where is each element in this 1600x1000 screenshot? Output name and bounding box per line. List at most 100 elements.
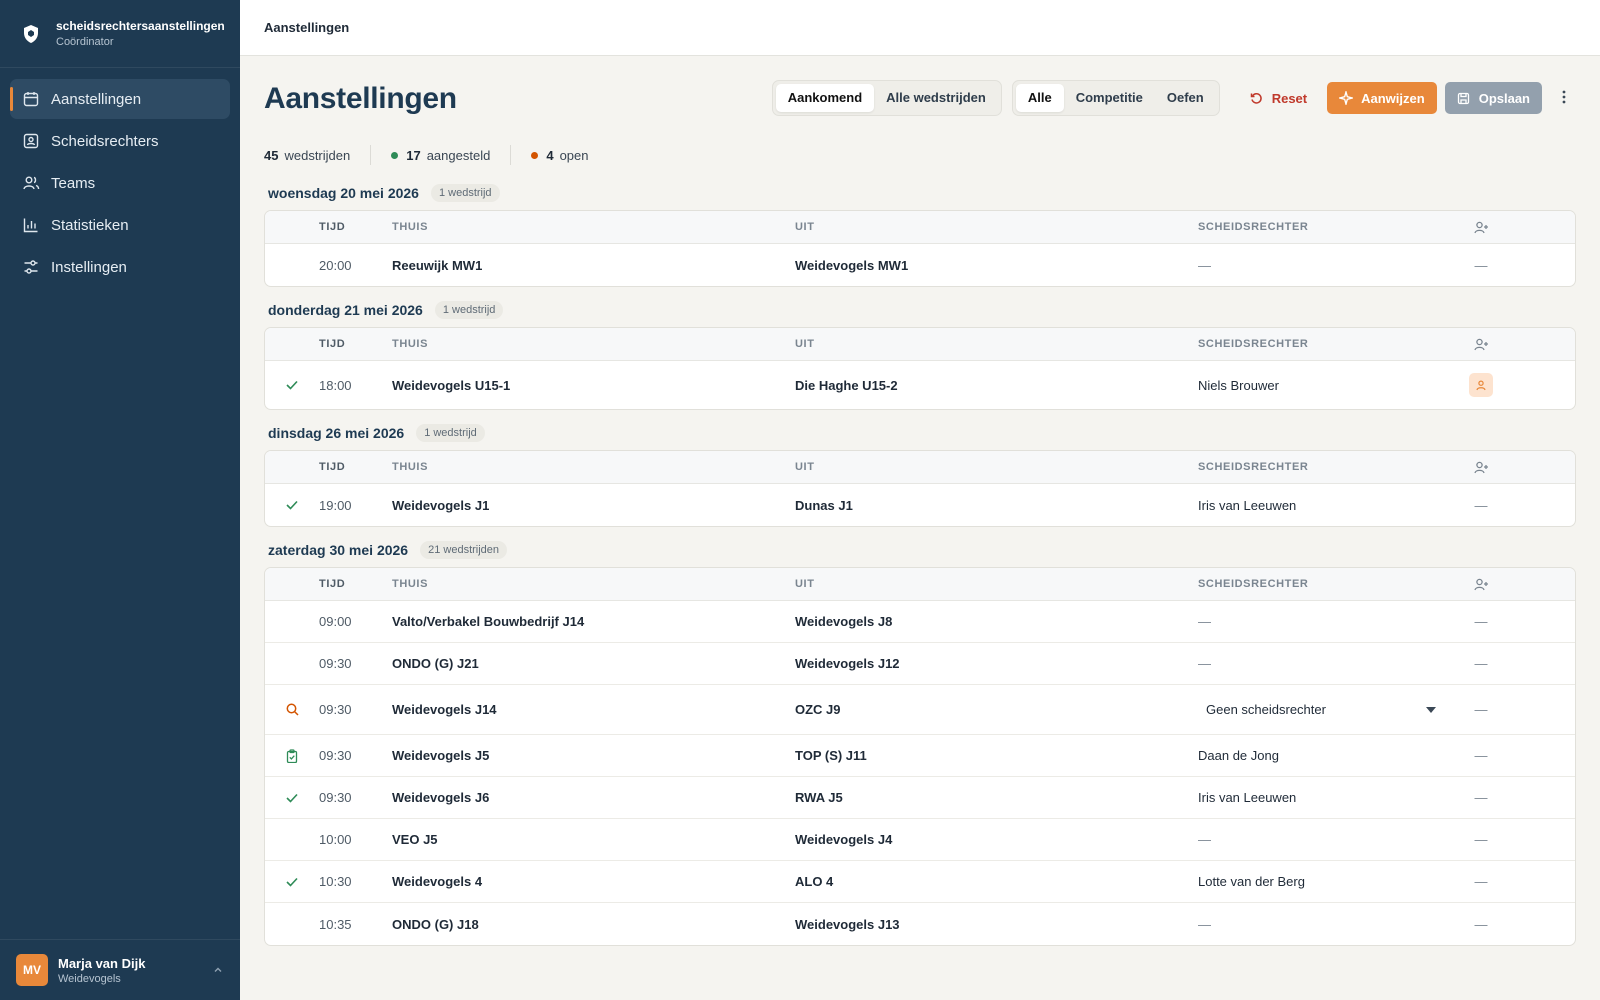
- toolbar: Aankomend Alle wedstrijden Alle Competit…: [771, 80, 1576, 116]
- sidebar-item-label: Aanstellingen: [51, 90, 142, 108]
- table-row[interactable]: 19:00 Weidevogels J1 Dunas J1 Iris van Leeu…: [265, 484, 1575, 526]
- referee-select-value: Geen scheidsrechter: [1206, 702, 1326, 717]
- sidebar-nav: Aanstellingen Scheidsrechters Teams Stat…: [0, 68, 240, 300]
- main-content: Aanstellingen Aankomend Alle wedstrijden…: [240, 56, 1600, 1000]
- referee-name: Iris van Leeuwen: [1198, 497, 1297, 513]
- date-group: dinsdag 26 mei 2026 1 wedstrijd TIJD THUIS U…: [264, 416, 1576, 527]
- table-header: TIJD THUIS UIT SCHEIDSRECHTER: [265, 211, 1575, 244]
- group-date: zaterdag 30 mei 2026: [268, 542, 409, 558]
- header-away: UIT: [795, 461, 815, 473]
- away-team: OZC J9: [795, 702, 841, 717]
- app-name: scheidsrechtersaanstellingen: [56, 19, 225, 33]
- home-team: Weidevogels J14: [392, 702, 497, 717]
- away-team: Die Haghe U15-2: [795, 377, 898, 393]
- stats-bar: 45 wedstrijden 17 aangesteld 4 open: [264, 140, 1576, 170]
- sidebar-item-statistieken[interactable]: Statistieken: [10, 205, 230, 245]
- check-icon: [265, 500, 319, 510]
- filter-alle-wedstrijden[interactable]: Alle wedstrijden: [874, 84, 998, 112]
- action-empty: —: [1474, 497, 1488, 513]
- sidebar-item-label: Teams: [51, 174, 96, 192]
- table-row[interactable]: 09:30 Weidevogels J14 OZC J9 Geen scheidsre…: [265, 685, 1575, 735]
- type-filter: Alle Competitie Oefen: [1011, 80, 1220, 116]
- assigned-referee-button[interactable]: [1466, 373, 1496, 397]
- sidebar-item-aanstellingen[interactable]: Aanstellingen: [10, 79, 230, 119]
- sidebar-item-scheidsrechters[interactable]: Scheidsrechters: [10, 121, 230, 161]
- table-row[interactable]: 10:30 Weidevogels 4 ALO 4 Lotte van der Ber…: [265, 861, 1575, 903]
- home-team: ONDO (G) J21: [392, 656, 479, 671]
- users-icon: [22, 174, 40, 192]
- assign-button[interactable]: Aanwijzen: [1327, 82, 1437, 114]
- group-count-badge: 1 wedstrijd: [430, 184, 500, 202]
- stat-open: 4 open: [531, 148, 588, 163]
- away-team: Weidevogels J8: [795, 614, 893, 629]
- referee-name: —: [1198, 614, 1211, 629]
- check-icon: [265, 877, 319, 887]
- reset-button[interactable]: Reset: [1238, 82, 1319, 114]
- save-icon: [1457, 91, 1471, 105]
- header-referee: SCHEIDSRECHTER: [1198, 461, 1309, 473]
- referee-select[interactable]: Geen scheidsrechter: [1198, 695, 1444, 725]
- referee-name: Lotte van der Berg: [1198, 874, 1305, 889]
- away-team: Weidevogels J13: [795, 916, 900, 932]
- header-referee: SCHEIDSRECHTER: [1198, 578, 1309, 590]
- matches-table: TIJD THUIS UIT SCHEIDSRECHTER 19:00 Weidevoge…: [264, 450, 1576, 527]
- referee-name: Daan de Jong: [1198, 748, 1279, 763]
- filter-aankomend[interactable]: Aankomend: [775, 84, 875, 112]
- action-empty: —: [1474, 790, 1488, 805]
- more-options-button[interactable]: [1552, 82, 1576, 114]
- header-referee: SCHEIDSRECHTER: [1198, 338, 1309, 350]
- user-menu[interactable]: MV Marja van Dijk Weidevogels: [0, 939, 240, 1000]
- table-row[interactable]: 09:30 Weidevogels J5 TOP (S) J11 Daan de Jo…: [265, 735, 1575, 777]
- assign-label: Aanwijzen: [1361, 90, 1425, 106]
- calendar-icon: [22, 90, 40, 108]
- group-count-badge: 1 wedstrijd: [434, 301, 504, 319]
- header-home: THUIS: [392, 461, 428, 473]
- shield-icon: [22, 24, 40, 44]
- save-button[interactable]: Opslaan: [1444, 82, 1542, 114]
- stat-matches-count: 45: [264, 147, 279, 163]
- user-plus-icon: [1466, 338, 1496, 351]
- table-row[interactable]: 09:30 Weidevogels J6 RWA J5 Iris van Leeuwe…: [265, 777, 1575, 819]
- header-home: THUIS: [392, 338, 428, 350]
- open-dot-icon: [531, 151, 539, 159]
- match-groups: woensdag 20 mei 2026 1 wedstrijd TIJD THUIS…: [264, 176, 1576, 946]
- home-team: Weidevogels J5: [392, 748, 490, 763]
- group-date: donderdag 21 mei 2026: [268, 302, 423, 318]
- home-team: ONDO (G) J18: [392, 916, 479, 932]
- sidebar-item-teams[interactable]: Teams: [10, 163, 230, 203]
- table-header: TIJD THUIS UIT SCHEIDSRECHTER: [265, 451, 1575, 484]
- table-row[interactable]: 10:35 ONDO (G) J18 Weidevogels J13 — —: [265, 903, 1575, 945]
- group-count-badge: 1 wedstrijd: [416, 424, 485, 442]
- table-row[interactable]: 09:00 Valto/Verbakel Bouwbedrijf J14 Weide…: [265, 601, 1575, 643]
- group-date: woensdag 20 mei 2026: [268, 185, 419, 201]
- chevron-up-icon[interactable]: [212, 964, 224, 976]
- user-name: Marja van Dijk: [58, 955, 146, 971]
- topbar: Aanstellingen: [240, 0, 1600, 56]
- table-row[interactable]: 20:00 Reeuwijk MW1 Weidevogels MW1 — —: [265, 244, 1575, 286]
- date-group-header: dinsdag 26 mei 2026 1 wedstrijd: [264, 416, 1576, 450]
- user-plus-icon: [1466, 578, 1496, 591]
- filter-competitie[interactable]: Competitie: [1064, 84, 1155, 112]
- id-card-icon: [22, 132, 40, 150]
- action-empty: —: [1474, 748, 1488, 763]
- filter-oefen[interactable]: Oefen: [1155, 84, 1216, 112]
- divider: [510, 145, 512, 165]
- table-row[interactable]: 18:00 Weidevogels U15-1 Die Haghe U15-2 Nie…: [265, 361, 1575, 409]
- filter-alle[interactable]: Alle: [1015, 84, 1064, 112]
- action-empty: —: [1474, 257, 1488, 273]
- matches-table: TIJD THUIS UIT SCHEIDSRECHTER 09:00 Valto/Ver…: [264, 567, 1576, 946]
- table-row[interactable]: 09:30 ONDO (G) J21 Weidevogels J12 — —: [265, 643, 1575, 685]
- clipboard-check-icon: [265, 748, 319, 763]
- stat-matches-label: wedstrijden: [284, 147, 351, 163]
- action-empty: —: [1474, 832, 1488, 847]
- home-team: Weidevogels J1: [392, 497, 490, 513]
- match-time: 19:00: [319, 497, 352, 513]
- action-empty: —: [1474, 656, 1488, 671]
- sidebar: scheidsrechtersaanstellingen Coördinator…: [0, 0, 240, 1000]
- stat-open-count: 4: [546, 147, 554, 163]
- table-row[interactable]: 10:00 VEO J5 Weidevogels J4 — —: [265, 819, 1575, 861]
- sidebar-item-instellingen[interactable]: Instellingen: [10, 247, 230, 287]
- topbar-title: Aanstellingen: [264, 20, 350, 35]
- away-team: Weidevogels J12: [795, 656, 900, 671]
- matches-table: TIJD THUIS UIT SCHEIDSRECHTER 20:00 Reeuwijk …: [264, 210, 1576, 287]
